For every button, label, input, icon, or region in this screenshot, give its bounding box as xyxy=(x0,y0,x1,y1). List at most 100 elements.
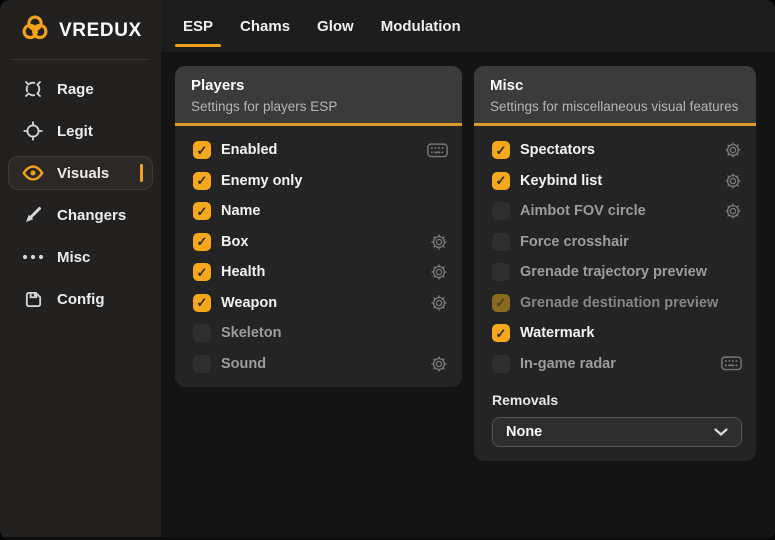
gear-icon[interactable] xyxy=(430,294,448,312)
checkbox[interactable] xyxy=(492,263,510,281)
checkbox[interactable] xyxy=(492,294,510,312)
checkbox-row[interactable]: Enabled xyxy=(193,135,448,166)
checkbox[interactable] xyxy=(193,294,211,312)
panel-subtitle: Settings for players ESP xyxy=(191,99,446,114)
removals-dropdown[interactable]: None xyxy=(492,417,742,447)
checkbox[interactable] xyxy=(492,172,510,190)
tab-bar: ESP Chams Glow Modulation xyxy=(161,0,775,52)
checkbox-row[interactable]: Weapon xyxy=(193,288,448,319)
checkbox[interactable] xyxy=(492,324,510,342)
checkbox-label: Grenade trajectory preview xyxy=(520,264,707,280)
panel-subtitle: Settings for miscellaneous visual featur… xyxy=(490,99,740,114)
sidebar-item-visuals[interactable]: Visuals xyxy=(8,156,153,190)
sidebar-item-label: Misc xyxy=(57,249,90,266)
dropdown-value: None xyxy=(506,424,542,440)
tab-chams[interactable]: Chams xyxy=(240,0,290,52)
sidebar-item-legit[interactable]: Legit xyxy=(8,114,153,148)
sidebar-item-label: Visuals xyxy=(57,165,109,182)
checkbox[interactable] xyxy=(193,355,211,373)
sidebar-item-misc[interactable]: Misc xyxy=(8,240,153,274)
sidebar-nav: Rage Legit Visuals xyxy=(0,60,161,328)
gear-icon[interactable] xyxy=(430,263,448,281)
checkbox[interactable] xyxy=(492,355,510,373)
checkbox-row[interactable]: Skeleton xyxy=(193,318,448,349)
removals-label: Removals xyxy=(492,392,742,408)
app-window: VREDUX Rage Leg xyxy=(0,0,775,540)
panel-title: Misc xyxy=(490,77,740,94)
checkbox-list: Enabled Enemy only Name xyxy=(175,126,462,387)
checkbox-label: Enabled xyxy=(221,142,277,158)
tab-label: Chams xyxy=(240,18,290,35)
checkbox-label: In-game radar xyxy=(520,356,616,372)
checkbox[interactable] xyxy=(193,172,211,190)
checkbox-row[interactable]: Grenade trajectory preview xyxy=(492,257,742,288)
triquetra-logo-icon xyxy=(20,13,50,48)
checkbox-label: Sound xyxy=(221,356,266,372)
sidebar-item-changers[interactable]: Changers xyxy=(8,198,153,232)
checkbox[interactable] xyxy=(193,141,211,159)
checkbox[interactable] xyxy=(193,324,211,342)
gear-icon[interactable] xyxy=(724,202,742,220)
checkbox[interactable] xyxy=(193,233,211,251)
checkbox-row[interactable]: In-game radar xyxy=(492,349,742,380)
checkbox[interactable] xyxy=(492,141,510,159)
sidebar-item-rage[interactable]: Rage xyxy=(8,72,153,106)
checkbox-row[interactable]: Name xyxy=(193,196,448,227)
misc-panel: Misc Settings for miscellaneous visual f… xyxy=(474,66,756,461)
checkbox-label: Grenade destination preview xyxy=(520,295,718,311)
tab-glow[interactable]: Glow xyxy=(317,0,354,52)
checkbox-row[interactable]: Grenade destination preview xyxy=(492,288,742,319)
main-area: ESP Chams Glow Modulation Players Settin… xyxy=(161,0,775,540)
pen-sword-icon xyxy=(22,205,44,225)
checkbox-row[interactable]: Box xyxy=(193,227,448,258)
players-panel-header: Players Settings for players ESP xyxy=(175,66,462,126)
gear-icon[interactable] xyxy=(724,172,742,190)
gear-icon[interactable] xyxy=(430,233,448,251)
app-title: VREDUX xyxy=(59,20,142,42)
eye-icon xyxy=(22,165,44,181)
tab-label: Modulation xyxy=(381,18,461,35)
players-panel: Players Settings for players ESP Enabled… xyxy=(175,66,462,387)
sidebar-item-label: Rage xyxy=(57,81,94,98)
keyboard-icon[interactable] xyxy=(721,356,742,371)
chevron-down-icon xyxy=(714,428,728,436)
checkbox-list: Spectators Keybind list Aimbot FOV circl… xyxy=(474,126,756,387)
checkbox-row[interactable]: Aimbot FOV circle xyxy=(492,196,742,227)
logo: VREDUX xyxy=(0,0,161,59)
checkbox[interactable] xyxy=(193,263,211,281)
checkbox-label: Weapon xyxy=(221,295,277,311)
panel-title: Players xyxy=(191,77,446,94)
misc-panel-header: Misc Settings for miscellaneous visual f… xyxy=(474,66,756,126)
checkbox-label: Skeleton xyxy=(221,325,281,341)
checkbox-row[interactable]: Watermark xyxy=(492,318,742,349)
checkbox[interactable] xyxy=(492,233,510,251)
tab-label: Glow xyxy=(317,18,354,35)
sidebar-item-label: Config xyxy=(57,291,104,308)
keyboard-icon[interactable] xyxy=(427,143,448,158)
checkbox-label: Keybind list xyxy=(520,173,602,189)
checkbox-row[interactable]: Sound xyxy=(193,349,448,380)
checkbox-label: Name xyxy=(221,203,261,219)
checkbox[interactable] xyxy=(193,202,211,220)
checkbox-row[interactable]: Enemy only xyxy=(193,166,448,197)
content-area: Players Settings for players ESP Enabled… xyxy=(161,52,775,540)
checkbox-label: Spectators xyxy=(520,142,595,158)
removals-section: Removals None xyxy=(474,387,756,461)
checkbox-label: Force crosshair xyxy=(520,234,629,250)
checkbox-row[interactable]: Health xyxy=(193,257,448,288)
checkbox-label: Aimbot FOV circle xyxy=(520,203,646,219)
checkbox[interactable] xyxy=(492,202,510,220)
ellipsis-icon xyxy=(22,254,44,260)
tab-label: ESP xyxy=(183,18,213,35)
gear-icon[interactable] xyxy=(430,355,448,373)
sidebar-item-config[interactable]: Config xyxy=(8,282,153,316)
checkbox-row[interactable]: Force crosshair xyxy=(492,227,742,258)
checkbox-row[interactable]: Keybind list xyxy=(492,166,742,197)
tab-modulation[interactable]: Modulation xyxy=(381,0,461,52)
checkbox-label: Health xyxy=(221,264,265,280)
gear-icon[interactable] xyxy=(724,141,742,159)
checkbox-row[interactable]: Spectators xyxy=(492,135,742,166)
checkbox-label: Watermark xyxy=(520,325,594,341)
checkbox-label: Enemy only xyxy=(221,173,302,189)
tab-esp[interactable]: ESP xyxy=(183,0,213,52)
